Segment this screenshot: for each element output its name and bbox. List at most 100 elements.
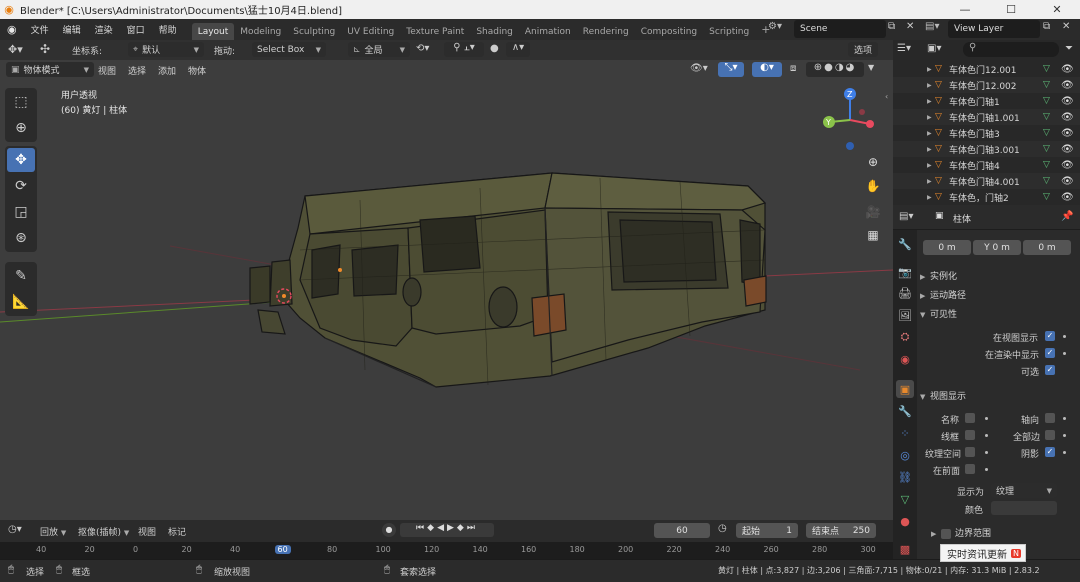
timeline[interactable]: ◷▾ 回放 ▼ 抠像(插帧) ▼ 视图 标记 ● ⏮◆◀▶◆⏭ 60 ◷ 起始 1… [0, 520, 893, 559]
eye-icon[interactable]: 👁 [1061, 112, 1074, 123]
wireframe-checkbox[interactable] [965, 430, 975, 440]
eye-icon[interactable]: 👁 [1061, 176, 1074, 187]
scene-selector[interactable]: Scene [794, 20, 886, 38]
keyframe-dot[interactable] [985, 468, 988, 471]
notification-banner[interactable]: 实时资讯更新 N [940, 544, 1026, 562]
eye-icon[interactable]: 👁 [1061, 144, 1074, 155]
outliner-item[interactable]: ▶ ▽ 车体色门轴1.001 ▽ 👁 [893, 109, 1080, 125]
texture-space-checkbox[interactable] [965, 447, 975, 457]
rotate-tool-icon[interactable]: ⟳ [7, 174, 35, 198]
chevron-right-icon[interactable]: ▶ [927, 114, 932, 121]
display-mode-icon[interactable]: ▣▾ [927, 43, 941, 54]
display-as-dropdown[interactable]: 纹理 ▼ [991, 483, 1057, 498]
viewport-canvas[interactable] [0, 40, 893, 520]
view-layer-icon[interactable]: ▤▾ [925, 21, 939, 32]
tool-tab-icon[interactable]: 🔧 [896, 235, 914, 253]
cursor-icon[interactable]: ⊕ [7, 116, 35, 140]
material-tab-icon[interactable]: ● [896, 512, 914, 530]
keyframe-dot[interactable] [1063, 434, 1066, 437]
delete-scene-icon[interactable]: ✕ [906, 21, 914, 32]
3d-viewport[interactable]: ✥▾ ✣ 坐标系: ⌖ 默认 ▼ 拖动: Select Box ▼ ⊾ 全局 ▼ ⟲▾ ⚲… [0, 40, 893, 520]
perspective-grid-icon[interactable]: ▦ [862, 224, 884, 246]
outliner-editor-icon[interactable]: ☰▾ [897, 43, 911, 54]
end-frame-field[interactable]: 结束点 250 [806, 523, 876, 538]
chevron-right-icon[interactable]: ▶ [927, 194, 932, 201]
instancing-panel[interactable]: ▶ 实例化 [920, 269, 957, 282]
timeline-view-menu[interactable]: 视图 [138, 525, 156, 538]
transform-tool-icon[interactable]: ⊛ [7, 226, 35, 250]
filter-icon[interactable]: ⏷ [1065, 43, 1073, 54]
mesh-data-icon[interactable]: ▽ [1043, 112, 1050, 122]
timeline-editor-icon[interactable]: ◷▾ [8, 524, 22, 535]
chevron-right-icon[interactable]: ▶ [927, 82, 932, 89]
physics-tab-icon[interactable]: ◎ [896, 446, 914, 464]
eye-icon[interactable]: 👁 [1061, 192, 1074, 203]
data-tab-icon[interactable]: ▽ [896, 490, 914, 508]
mesh-data-icon[interactable]: ▽ [1043, 160, 1050, 170]
current-frame-field[interactable]: 60 [654, 523, 710, 538]
outliner-item[interactable]: ▶ ▽ 车体色门轴4.001 ▽ 👁 [893, 173, 1080, 189]
chevron-right-icon[interactable]: ▶ [927, 98, 932, 105]
scale-tool-icon[interactable]: ◲ [7, 200, 35, 224]
properties-editor-icon[interactable]: ▤▾ [899, 211, 913, 222]
blender-menu-icon[interactable]: ◉ [0, 19, 24, 40]
record-icon[interactable]: ● [382, 523, 396, 537]
mesh-data-icon[interactable]: ▽ [1043, 144, 1050, 154]
scene-icon[interactable]: ⚙▾ [768, 21, 792, 38]
playback-menu[interactable]: 回放 ▼ [40, 525, 66, 538]
eye-icon[interactable]: 👁 [1061, 160, 1074, 171]
workspace-tab[interactable]: Sculpting [287, 23, 341, 40]
delta-z-field[interactable]: 0 m [1023, 240, 1071, 255]
show-in-viewport-checkbox[interactable]: ✓ [1045, 331, 1055, 341]
delta-y-field[interactable]: Y 0 m [973, 240, 1021, 255]
outliner-item[interactable]: ▶ ▽ 车体色门轴3.001 ▽ 👁 [893, 141, 1080, 157]
workspace-tab[interactable]: Compositing [635, 23, 703, 40]
eye-icon[interactable]: 👁 [1061, 128, 1074, 139]
keyframe-dot[interactable] [985, 451, 988, 454]
menu-item[interactable]: 编辑 [56, 19, 88, 40]
eye-icon[interactable]: 👁 [1061, 80, 1074, 91]
workspace-tab[interactable]: Texture Paint [400, 23, 470, 40]
maximize-button[interactable]: ☐ [988, 0, 1034, 19]
mesh-data-icon[interactable]: ▽ [1043, 96, 1050, 106]
outliner-search-input[interactable]: ⚲ [963, 42, 1059, 57]
scene-tab-icon[interactable]: ⛭ [896, 328, 914, 346]
chevron-right-icon[interactable]: ▶ [927, 66, 932, 73]
mesh-data-icon[interactable]: ▽ [1043, 80, 1050, 90]
particles-tab-icon[interactable]: ⁘ [896, 424, 914, 442]
outliner[interactable]: ☰▾ ▣▾ ⚲ ⏷ ▶ ▽ 车体色门12.001 ▽ 👁 ▶ ▽ 车体色门12.002 ▽ 👁 ▶ ▽… [893, 40, 1080, 205]
keyframe-dot[interactable] [1063, 417, 1066, 420]
minimize-button[interactable]: — [942, 0, 988, 19]
constraints-tab-icon[interactable]: ⛓ [896, 468, 914, 486]
timeline-ruler[interactable]: 40 20 0 20 40 60 80 100 120 140 160 180 200 220 240 260… [0, 542, 893, 559]
outliner-item[interactable]: ▶ ▽ 车体色门12.002 ▽ 👁 [893, 77, 1080, 93]
keyframe-dot[interactable] [1063, 451, 1066, 454]
keying-menu[interactable]: 抠像(插帧) ▼ [78, 525, 129, 538]
workspace-tab[interactable]: UV Editing [341, 23, 400, 40]
selectable-checkbox[interactable]: ✓ [1045, 365, 1055, 375]
color-swatch[interactable] [991, 501, 1057, 515]
keyframe-dot[interactable] [1063, 335, 1066, 338]
timeline-markers-menu[interactable]: 标记 [168, 525, 186, 538]
keyframe-dot[interactable] [1063, 352, 1066, 355]
outliner-item[interactable]: ▶ ▽ 车体色门12.001 ▽ 👁 [893, 61, 1080, 77]
sidebar-toggle-icon[interactable]: ‹ [885, 92, 888, 101]
pan-hand-icon[interactable]: ✋ [862, 175, 884, 197]
bounds-panel[interactable]: ▶ 边界范围 [931, 526, 991, 539]
view-layer-tab-icon[interactable]: 🖼 [896, 306, 914, 324]
keyframe-dot[interactable] [985, 434, 988, 437]
chevron-right-icon[interactable]: ▶ [927, 162, 932, 169]
texture-tab-icon[interactable]: ▩ [896, 540, 914, 558]
menu-item[interactable]: 文件 [24, 19, 56, 40]
outliner-item[interactable]: ▶ ▽ 车体色门轴3 ▽ 👁 [893, 125, 1080, 141]
show-in-render-checkbox[interactable]: ✓ [1045, 348, 1055, 358]
playback-controls-icon[interactable]: ⏮◆◀▶◆⏭ [400, 523, 494, 537]
outliner-item[interactable]: ▶ ▽ 车体色，门轴2 ▽ 👁 [893, 189, 1080, 205]
display-axis-checkbox[interactable] [1045, 413, 1055, 423]
measure-icon[interactable]: 📐 [7, 290, 35, 314]
viewport-display-panel[interactable]: ▼ 视图显示 [920, 389, 966, 402]
display-name-checkbox[interactable] [965, 413, 975, 423]
move-tool-icon[interactable]: ✥ [7, 148, 35, 172]
keyframe-dot[interactable] [985, 417, 988, 420]
menu-item[interactable]: 帮助 [152, 19, 184, 40]
